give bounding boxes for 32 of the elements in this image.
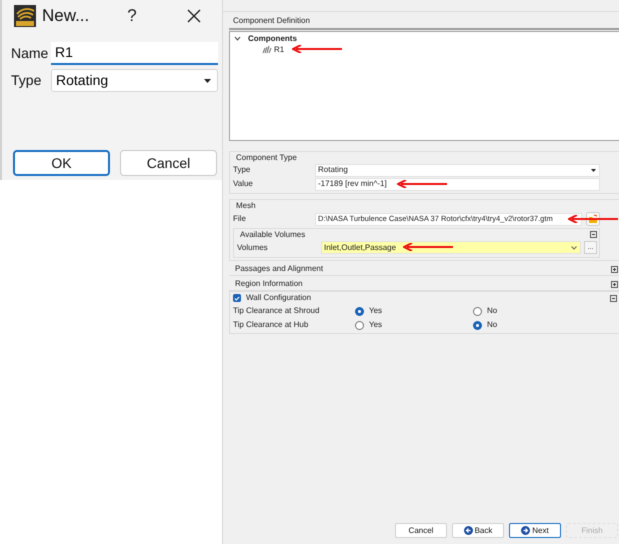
field-label: Type: [11, 71, 42, 90]
wizard-button[interactable]: Next: [509, 523, 561, 538]
dialog-title: New...: [42, 5, 90, 28]
dialog-button[interactable]: OK: [13, 150, 110, 176]
field-label: Value: [233, 178, 254, 190]
dialog-button[interactable]: Cancel: [120, 150, 217, 176]
tree-item[interactable]: Components: [248, 32, 297, 44]
radio-label: No: [487, 319, 498, 331]
field-label: Tip Clearance at Hub: [233, 319, 310, 331]
group-title: Available Volumes: [239, 228, 306, 240]
field-label: Volumes: [237, 242, 269, 254]
radio-label: No: [487, 305, 498, 317]
help-button[interactable]: ?: [127, 3, 137, 29]
field-label: Type: [233, 164, 252, 176]
field-label: File: [233, 213, 247, 225]
type-dropdown[interactable]: Rotating: [51, 69, 218, 92]
type-dropdown[interactable]: Rotating: [315, 164, 600, 176]
group-title: Component Type: [235, 152, 298, 163]
field-label: Tip Clearance at Shroud: [233, 305, 320, 317]
group-title: Mesh: [235, 200, 257, 211]
section-header[interactable]: Region Information: [235, 278, 303, 290]
name-field[interactable]: R1: [51, 42, 218, 65]
field-label: Name: [11, 44, 50, 63]
checkbox-label: Wall Configuration: [246, 292, 312, 304]
value-field[interactable]: -17189 [rev min^-1]: [315, 178, 600, 190]
section-header[interactable]: Passages and Alignment: [235, 263, 324, 275]
tree-item[interactable]: R1: [274, 44, 284, 56]
radio-label: Yes: [369, 305, 382, 317]
volumes-field[interactable]: Inlet,Outlet,Passage: [321, 241, 581, 254]
radio-label: Yes: [369, 319, 382, 331]
wizard-button[interactable]: Cancel: [395, 523, 447, 538]
wizard-button[interactable]: Back: [452, 523, 504, 538]
